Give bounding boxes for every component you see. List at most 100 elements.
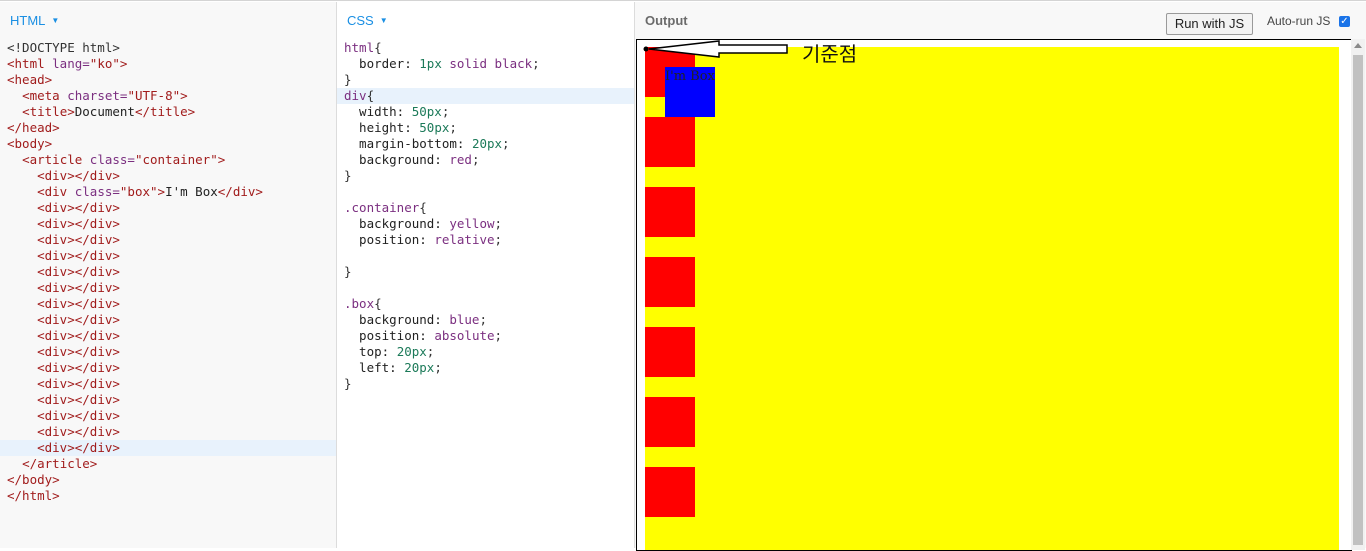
code-token: .container [344, 200, 420, 215]
code-line[interactable]: .container{ [337, 200, 634, 216]
code-token: ; [494, 232, 503, 247]
code-line[interactable]: <article class="container"> [0, 152, 336, 168]
code-line[interactable]: <div></div> [0, 376, 336, 392]
code-line[interactable]: <div></div> [0, 360, 336, 376]
code-line[interactable]: <title>Document</title> [0, 104, 336, 120]
code-line[interactable]: <div></div> [0, 264, 336, 280]
annotation-arrow [643, 40, 788, 58]
code-line[interactable]: <body> [0, 136, 336, 152]
code-line[interactable]: </html> [0, 488, 336, 504]
code-token: Document [74, 104, 135, 119]
code-line[interactable]: div{ [337, 88, 634, 104]
code-token: <div></div> [37, 408, 120, 423]
code-line[interactable]: <div></div> [0, 248, 336, 264]
code-line[interactable] [337, 248, 634, 264]
code-token: class= [89, 152, 135, 167]
code-line[interactable] [337, 280, 634, 296]
autorun-label[interactable]: Auto-run JS [1267, 2, 1330, 40]
code-token: charset= [67, 88, 128, 103]
code-token: border: [344, 56, 420, 71]
code-token: <article [22, 152, 90, 167]
code-line[interactable]: <div></div> [0, 328, 336, 344]
code-line[interactable]: <div></div> [0, 232, 336, 248]
code-token: ; [494, 328, 503, 343]
code-line[interactable]: <html lang="ko"> [0, 56, 336, 72]
css-panel: CSS ▼ html{ border: 1px solid black;} div{… [337, 2, 635, 548]
html-panel: HTML ▼ <!DOCTYPE html> <html lang="ko"> <he… [0, 2, 337, 548]
code-line[interactable]: } [337, 376, 634, 392]
code-line[interactable]: <div></div> [0, 440, 336, 456]
code-line[interactable]: left: 20px; [337, 360, 634, 376]
code-token: class= [74, 184, 120, 199]
code-line[interactable]: <meta charset="UTF-8"> [0, 88, 336, 104]
run-with-js-button[interactable]: Run with JS [1166, 13, 1253, 35]
code-line[interactable]: } [337, 264, 634, 280]
code-line[interactable]: <div></div> [0, 312, 336, 328]
scrollbar-thumb[interactable] [1353, 55, 1363, 545]
output-title: Output [645, 13, 688, 28]
chevron-down-icon[interactable]: ▼ [380, 16, 388, 25]
code-token: <div></div> [37, 440, 120, 455]
code-line[interactable]: <div></div> [0, 168, 336, 184]
code-line[interactable]: background: blue; [337, 312, 634, 328]
code-line[interactable]: width: 50px; [337, 104, 634, 120]
red-box [645, 327, 695, 377]
autorun-checkbox[interactable]: ✓ [1339, 16, 1350, 27]
code-token: background: [344, 312, 450, 327]
red-box [645, 467, 695, 517]
code-line[interactable]: html{ [337, 40, 634, 56]
code-line[interactable]: <div class="box">I'm Box</div> [0, 184, 336, 200]
html-panel-header: HTML ▼ [0, 2, 336, 40]
code-token: <head> [7, 72, 53, 87]
code-token: { [366, 88, 375, 103]
html-tab-label[interactable]: HTML [10, 13, 45, 28]
code-token: <title> [22, 104, 75, 119]
code-line[interactable]: background: red; [337, 152, 634, 168]
code-line[interactable]: border: 1px solid black; [337, 56, 634, 72]
code-line[interactable]: <div></div> [0, 408, 336, 424]
css-code-editor[interactable]: html{ border: 1px solid black;} div{ widt… [337, 40, 634, 392]
code-line[interactable]: </body> [0, 472, 336, 488]
code-line[interactable]: <head> [0, 72, 336, 88]
html-code-editor[interactable]: <!DOCTYPE html> <html lang="ko"> <head> <m… [0, 40, 336, 504]
output-scrollbar[interactable] [1351, 39, 1365, 550]
code-token: <div></div> [37, 328, 120, 343]
code-token: margin-bottom: [344, 136, 472, 151]
code-token: height: [344, 120, 420, 135]
code-token: <div></div> [37, 280, 120, 295]
code-line[interactable]: position: absolute; [337, 328, 634, 344]
code-line[interactable]: </head> [0, 120, 336, 136]
code-line[interactable]: background: yellow; [337, 216, 634, 232]
code-line[interactable]: <div></div> [0, 216, 336, 232]
code-line[interactable]: <div></div> [0, 392, 336, 408]
code-line[interactable]: position: relative; [337, 232, 634, 248]
code-line[interactable]: <!DOCTYPE html> [0, 40, 336, 56]
code-token: "UTF-8" [127, 88, 181, 103]
chevron-down-icon[interactable]: ▼ [51, 16, 59, 25]
code-line[interactable]: </article> [0, 456, 336, 472]
code-line[interactable]: .box{ [337, 296, 634, 312]
code-token: 20px [396, 344, 427, 359]
code-line[interactable]: <div></div> [0, 344, 336, 360]
code-line[interactable]: } [337, 168, 634, 184]
code-line[interactable]: } [337, 72, 634, 88]
code-token: position: [344, 328, 435, 343]
code-token: </head> [7, 120, 60, 135]
code-line[interactable]: top: 20px; [337, 344, 634, 360]
code-line[interactable]: <div></div> [0, 200, 336, 216]
code-line[interactable]: margin-bottom: 20px; [337, 136, 634, 152]
code-line[interactable]: <div></div> [0, 280, 336, 296]
code-line[interactable]: <div></div> [0, 296, 336, 312]
code-line[interactable]: height: 50px; [337, 120, 634, 136]
code-token: blue [449, 312, 480, 327]
code-token: .box [344, 296, 375, 311]
css-tab-label[interactable]: CSS [347, 13, 374, 28]
code-token: </div> [217, 184, 263, 199]
code-line[interactable]: <div></div> [0, 424, 336, 440]
output-panel: Output Run with JS Auto-run JS ✓ I'm Box… [635, 2, 1366, 551]
scroll-up-icon[interactable] [1354, 43, 1362, 48]
code-line[interactable] [337, 184, 634, 200]
